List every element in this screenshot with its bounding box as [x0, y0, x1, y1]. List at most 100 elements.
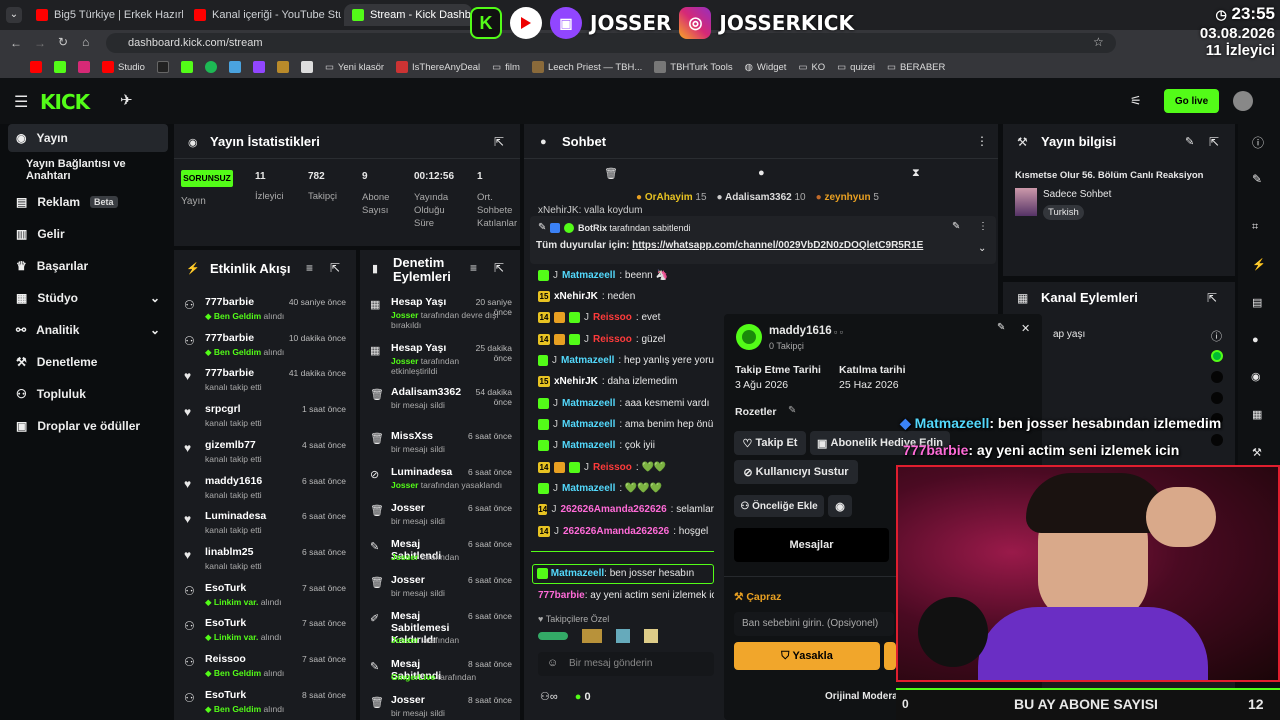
bookmark-kick[interactable] — [54, 61, 66, 73]
activity-row[interactable]: ⚇ Reissoo 7 saat önce ◆ Ben Geldim alındı — [174, 651, 356, 685]
activity-row[interactable]: ♥ Luminadesa 6 saat önce kanalı takip etti — [174, 508, 356, 542]
home-icon[interactable]: ⌂ — [82, 35, 89, 49]
chat-username[interactable]: Matmazeell — [551, 568, 604, 579]
chat-username[interactable]: Reissoo — [593, 462, 632, 473]
chat-username[interactable]: 262626Amanda262626 — [560, 504, 666, 515]
ban-reason-input[interactable]: Ban sebebini girin. (Opsiyonel) — [734, 612, 894, 636]
activity-row[interactable]: ⚇ EsoTurk 7 saat önce ◆ Linkim var. alındı — [174, 615, 356, 649]
bookmark-twitch[interactable] — [252, 61, 265, 73]
moderation-row[interactable]: ▦ Hesap Yaşı 20 saniye önce Josser tarafınd… — [360, 294, 520, 334]
kick-logo[interactable]: KICK — [40, 90, 90, 114]
emote-icon[interactable] — [538, 632, 568, 640]
sidebar-item-gelir[interactable]: ▥ Gelir — [8, 220, 168, 248]
sidebar-item-topluluk[interactable]: ⚇ Topluluk — [8, 380, 168, 408]
community-icon[interactable]: ⚇∞ — [540, 691, 558, 703]
popout-icon[interactable]: ⇱ — [1207, 291, 1217, 305]
bookmark-folder-beraber[interactable]: ▭ BERABER — [887, 62, 945, 73]
ban-options-button[interactable] — [884, 642, 896, 670]
bookmark-ext[interactable] — [228, 61, 241, 73]
popout-icon[interactable]: ⇱ — [494, 261, 504, 275]
activity-row[interactable]: ⚇ 777barbie 40 saniye önce ◆ Ben Geldim alı… — [174, 294, 356, 328]
messages-button[interactable]: Mesajlar — [734, 528, 889, 562]
top-chatter-2[interactable]: ● Adalisam3362 10 — [717, 192, 806, 203]
bookmark-yt[interactable] — [30, 61, 42, 73]
moderation-row[interactable]: ✎ Mesaj Sabitlendi 6 saat önce Josser taraf… — [360, 536, 520, 576]
chat-username[interactable]: Matmazeell — [562, 419, 615, 430]
bookmark-widget[interactable]: ◍ Widget — [745, 62, 787, 73]
chat-username[interactable]: Reissoo — [593, 312, 632, 323]
channel-icon[interactable]: ▦ — [1252, 408, 1262, 421]
edit-icon[interactable]: ✎ — [1252, 172, 1262, 186]
chat-username[interactable]: Matmazeell — [561, 355, 614, 366]
activity-row[interactable]: ♥ gizemlb77 4 saat önce kanalı takip etti — [174, 437, 356, 471]
stream-tag[interactable]: Turkish — [1043, 205, 1084, 220]
moderation-row[interactable]: ✎ Mesaj Sabitlendi 8 saat önce GingerLive t… — [360, 656, 520, 696]
info-icon[interactable]: ⓘ — [1211, 328, 1222, 344]
close-icon[interactable]: ✕ — [1021, 322, 1030, 335]
emote-icon[interactable] — [644, 629, 658, 643]
chat-username[interactable]: Matmazeell — [562, 483, 615, 494]
radio-selected-icon[interactable] — [1211, 350, 1223, 362]
activity-row[interactable]: ♥ maddy1616 6 saat önce kanalı takip etti — [174, 473, 356, 507]
tab-search-icon[interactable]: ⌄ — [6, 7, 22, 23]
moderation-row[interactable]: ▦ Hesap Yaşı 25 dakika önce Josser tarafınd… — [360, 340, 520, 380]
sidebar-item-droplar[interactable]: ▣ Droplar ve ödüller — [8, 412, 168, 440]
activity-row[interactable]: ♥ 777barbie 41 dakika önce kanalı takip ett… — [174, 365, 356, 399]
settings-sliders-icon[interactable]: ⚟ — [1130, 93, 1142, 109]
pin-icon[interactable]: ✎ — [997, 322, 1005, 333]
bookmark-tiktok[interactable] — [156, 61, 169, 73]
avatar[interactable] — [1233, 91, 1253, 111]
category-name[interactable]: Sadece Sohbet — [1043, 189, 1111, 200]
more-icon[interactable]: ⋮ — [976, 134, 988, 148]
browser-tab-big5[interactable]: Big5 Türkiye | Erkek Hazırlık Se ✕ — [28, 4, 183, 26]
browser-tab-studio[interactable]: Kanal içeriği - YouTube Studio ✕ — [186, 4, 341, 26]
chat-username[interactable]: Matmazeell — [562, 270, 615, 281]
top-chatter-1[interactable]: ● OrAhayim 15 — [636, 192, 707, 203]
eye-button[interactable]: ◉ — [828, 495, 852, 517]
add-priority-button[interactable]: ⚇ Önceliğe Ekle — [734, 495, 824, 517]
emote-icon[interactable] — [616, 629, 630, 643]
lightning-icon[interactable]: ⚡ — [1252, 258, 1266, 271]
chat-username[interactable]: 262626Amanda262626 — [563, 526, 669, 537]
popout-icon[interactable]: ⇱ — [1209, 135, 1219, 149]
ban-button[interactable]: ⛉ Yasakla — [734, 642, 880, 670]
activity-row[interactable]: ♥ srpcgrl 1 saat önce kanalı takip etti — [174, 401, 356, 435]
bookmark-insta[interactable] — [78, 61, 90, 73]
bookmark-folder-yeni[interactable]: ▭ Yeni klasör — [325, 62, 384, 73]
chat-username[interactable]: Reissoo — [593, 334, 632, 345]
pin-icon[interactable]: ✎ — [952, 221, 960, 232]
chevron-down-icon[interactable]: ⌄ — [978, 243, 986, 254]
moderation-row[interactable]: 🗑 Adalisam3362 54 dakika önce bir mesajı si… — [360, 384, 520, 424]
sidebar-item-yayin[interactable]: ◉ Yayın — [8, 124, 168, 152]
bookmark-spotify[interactable] — [204, 61, 217, 73]
radio-icon[interactable] — [1211, 371, 1223, 383]
edit-icon[interactable]: ✎ — [1185, 135, 1194, 148]
crop-icon[interactable]: ⌗ — [1252, 221, 1258, 234]
chat-bubble-icon[interactable]: ● — [758, 167, 765, 179]
popout-icon[interactable]: ⇱ — [494, 135, 504, 149]
star-icon[interactable]: ☆ — [1093, 35, 1104, 49]
sidebar-item-studyo[interactable]: ▦ Stüdyo ⌄ — [8, 284, 168, 312]
reload-icon[interactable]: ↻ — [58, 35, 68, 49]
bookmark-folder-film[interactable]: ▭ film — [492, 62, 520, 73]
chat-input[interactable]: ☺ Bir mesaj gönderin — [538, 652, 714, 676]
moderation-row[interactable]: 🗑 Josser 8 saat önce bir mesajı sildi — [360, 692, 520, 720]
bookmark-leech[interactable]: Leech Priest — TBH... — [531, 61, 642, 73]
copy-icon[interactable]: ▫ ▫ — [834, 327, 843, 337]
pin-icon[interactable]: ✈ — [120, 91, 133, 109]
activity-row[interactable]: ⚇ EsoTurk 7 saat önce ◆ Linkim var. alındı — [174, 580, 356, 614]
sidebar-item-denetleme[interactable]: ⚒ Denetleme — [8, 348, 168, 376]
chat-username[interactable]: xNehirJK — [554, 291, 598, 302]
radio-icon[interactable] — [1211, 434, 1223, 446]
bookmark-kick2[interactable] — [180, 61, 193, 73]
activity-row[interactable]: ⚇ 777barbie 10 dakika önce ◆ Ben Geldim alı… — [174, 330, 356, 364]
top-chatter-3[interactable]: ● zeynhyun 5 — [816, 192, 879, 203]
broadcast-icon[interactable]: ◉ — [1251, 370, 1261, 383]
filter-icon[interactable]: ≡ — [306, 261, 313, 275]
bookmark-studio[interactable]: Studio — [102, 61, 145, 73]
chat-username[interactable]: 777barbie — [538, 590, 585, 601]
emoji-icon[interactable]: ☺ — [547, 657, 558, 669]
moderation-row[interactable]: ⊘ Luminadesa 6 saat önce Josser tarafından … — [360, 464, 520, 504]
bookmark-ext3[interactable] — [300, 61, 313, 73]
go-live-button[interactable]: Go live — [1164, 89, 1219, 113]
